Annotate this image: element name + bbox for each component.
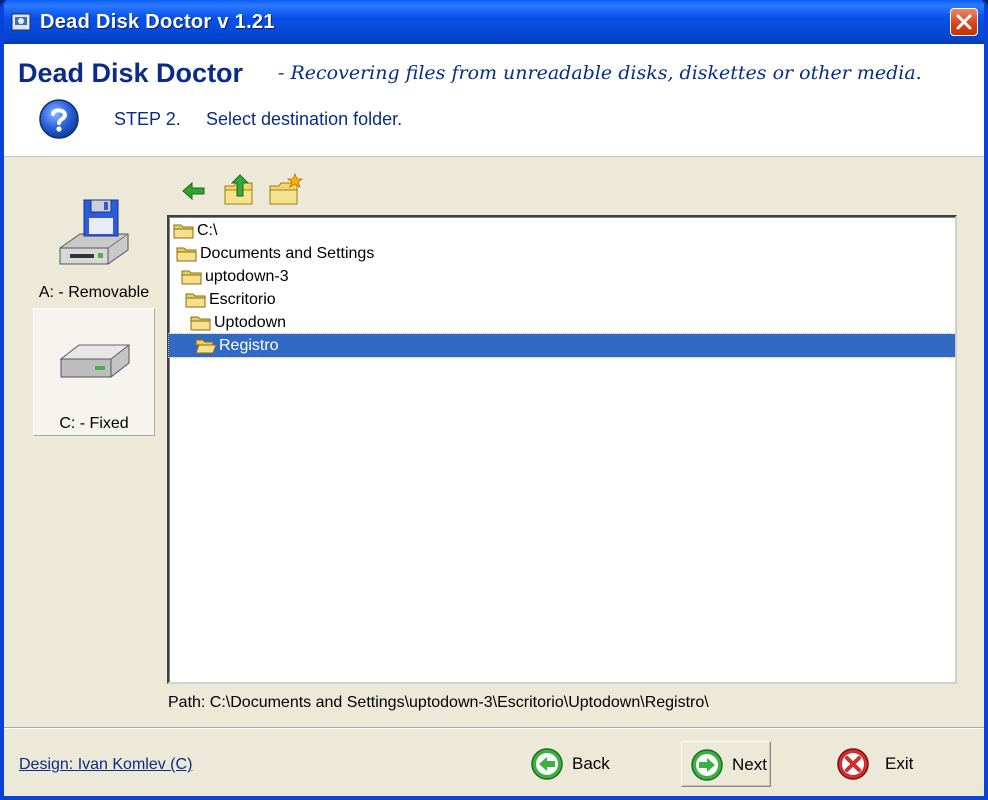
exit-nav-button[interactable]: Exit: [831, 741, 931, 787]
tree-item-label: uptodown-3: [205, 268, 289, 285]
tree-item[interactable]: Escritorio: [185, 288, 385, 311]
folder-up-button[interactable]: [222, 172, 256, 208]
back-button[interactable]: [179, 176, 209, 206]
folder-up-icon: [224, 174, 253, 205]
drive-c-fixed[interactable]: C: - Fixed: [33, 308, 155, 436]
exit-label: Exit: [885, 754, 914, 773]
design-credit-link[interactable]: Design: Ivan Komlev (C): [19, 756, 192, 774]
app-icon: [11, 13, 31, 31]
back-nav-button[interactable]: Back: [525, 741, 625, 787]
window-title: Dead Disk Doctor v 1.21: [40, 11, 275, 33]
tree-item-label: Registro: [219, 337, 279, 354]
tree-item-label: Documents and Settings: [200, 245, 375, 262]
drive-label: A: - Removable: [38, 284, 150, 301]
tree-item-label: Uptodown: [214, 314, 287, 331]
step-number: STEP 2.: [114, 109, 181, 129]
tree-item[interactable]: Documents and Settings: [176, 242, 476, 265]
back-circle-icon: [531, 748, 563, 780]
app-name: Dead Disk Doctor: [18, 58, 244, 88]
title-bar[interactable]: Dead Disk Doctor v 1.21: [4, 0, 984, 44]
tree-item-label: Escritorio: [209, 291, 276, 308]
back-label: Back: [572, 754, 610, 773]
folder-open-icon: [195, 339, 217, 354]
close-icon: [956, 14, 972, 30]
tree-item[interactable]: Uptodown: [190, 311, 390, 334]
folder-icon: [173, 224, 194, 239]
footer-divider: [4, 727, 984, 729]
app-subtitle: - Recovering files from unreadable disks…: [278, 62, 922, 84]
tree-item-selected[interactable]: Registro: [168, 333, 956, 358]
new-folder-button[interactable]: [267, 172, 304, 208]
exit-circle-icon: [837, 748, 869, 780]
floppy-drive-icon: [59, 199, 129, 265]
folder-icon: [190, 316, 211, 331]
folder-icon: [185, 293, 206, 308]
folder-icon: [176, 247, 197, 262]
next-circle-icon: [691, 749, 723, 781]
path-display: Path: C:\Documents and Settings\uptodown…: [168, 694, 709, 711]
app-window: Dead Disk Doctor v 1.21 Dead Disk Doctor…: [0, 0, 988, 800]
next-label: Next: [732, 755, 767, 774]
tree-item-label: C:\: [197, 222, 218, 239]
next-nav-button[interactable]: Next: [681, 741, 771, 787]
step-description: Select destination folder.: [206, 109, 403, 129]
tree-item[interactable]: C:\: [173, 219, 373, 242]
help-icon: [39, 99, 79, 139]
close-button[interactable]: [950, 8, 978, 36]
tree-item[interactable]: uptodown-3: [181, 265, 381, 288]
wizard-header: Dead Disk Doctor - Recovering files from…: [4, 44, 984, 157]
hard-drive-icon: [59, 344, 131, 378]
back-arrow-icon: [182, 181, 205, 201]
folder-tree[interactable]: C:\ Documents and Settings uptodown-3 Es…: [167, 215, 957, 684]
drive-label: C: - Fixed: [59, 415, 129, 432]
folder-icon: [181, 270, 202, 285]
drive-a-removable[interactable]: A: - Removable: [33, 190, 155, 308]
new-folder-icon: [269, 172, 304, 205]
